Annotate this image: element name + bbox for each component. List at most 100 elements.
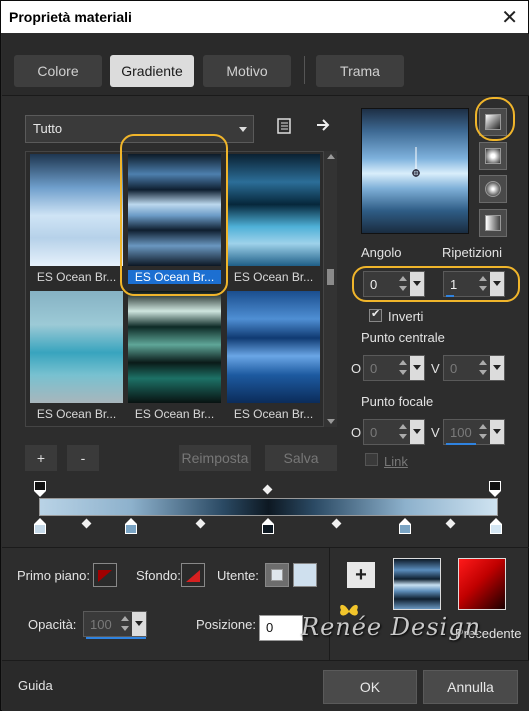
- notebook-icon[interactable]: [276, 118, 292, 139]
- color-midpoint[interactable]: [195, 518, 206, 529]
- thumb-label: ES Ocean Br...: [128, 270, 221, 284]
- remove-gradient-button[interactable]: -: [67, 445, 99, 471]
- center-o-spinner[interactable]: 0: [363, 355, 425, 381]
- add-swatch-button[interactable]: +: [347, 562, 375, 588]
- foreground-swatch[interactable]: [93, 563, 117, 587]
- tab-colore[interactable]: Colore: [14, 55, 102, 87]
- color-stop[interactable]: [399, 518, 411, 534]
- gradient-preview: [30, 291, 123, 403]
- gradient-preview: [227, 154, 320, 266]
- dropdown-arrow-icon[interactable]: [132, 612, 146, 636]
- dropdown-arrow-icon[interactable]: [490, 272, 504, 296]
- opacity-spinner[interactable]: 100: [83, 611, 147, 639]
- gradient-thumb[interactable]: ES Ocean Br...: [225, 289, 322, 423]
- spin-arrows-icon[interactable]: [396, 272, 410, 296]
- repeat-label: Ripetizioni: [442, 245, 502, 260]
- focal-o-spinner[interactable]: 0: [363, 419, 425, 445]
- scroll-up-icon[interactable]: [327, 154, 335, 159]
- panel-divider: [329, 548, 330, 660]
- previous-gradient-swatch[interactable]: [458, 558, 506, 610]
- gradient-preview-large[interactable]: [361, 108, 469, 234]
- radial-style-button[interactable]: [479, 175, 507, 203]
- opacity-stop-left[interactable]: [34, 481, 46, 497]
- reset-button[interactable]: Reimposta: [179, 445, 251, 471]
- linear-gradient-icon: [485, 114, 501, 130]
- dropdown-arrow-icon[interactable]: [410, 272, 424, 296]
- ok-button[interactable]: OK: [323, 670, 417, 704]
- center-point-label: Punto centrale: [361, 330, 445, 345]
- color-stop[interactable]: [490, 518, 502, 534]
- color-midpoint[interactable]: [81, 518, 92, 529]
- gradient-thumb-selected[interactable]: ES Ocean Br...: [126, 152, 223, 286]
- cancel-button[interactable]: Annulla: [423, 670, 518, 704]
- gradient-thumb[interactable]: ES Ocean Br...: [126, 289, 223, 423]
- tab-trama[interactable]: Trama: [316, 55, 404, 87]
- angle-value: 0: [370, 277, 378, 292]
- color-stop[interactable]: [262, 518, 274, 534]
- tab-gradiente[interactable]: Gradiente: [110, 55, 194, 87]
- dropdown-arrow-icon[interactable]: [410, 420, 424, 444]
- tab-bar: Colore Gradiente Motivo Trama: [2, 34, 529, 96]
- angle-label: Angolo: [361, 245, 402, 260]
- category-select[interactable]: Tutto: [25, 115, 254, 143]
- angle-spinner[interactable]: 0: [363, 271, 425, 297]
- repeat-value: 1: [450, 277, 458, 292]
- sunburst-gradient-icon: [485, 215, 501, 231]
- add-gradient-button[interactable]: +: [25, 445, 57, 471]
- thumb-label: ES Ocean Br...: [233, 407, 314, 421]
- dropdown-arrow-icon[interactable]: [490, 420, 504, 444]
- user-swatch-2[interactable]: [293, 563, 317, 587]
- rectangular-style-button[interactable]: [479, 142, 507, 170]
- scroll-thumb[interactable]: [327, 269, 334, 285]
- spin-arrows-icon[interactable]: [476, 420, 490, 444]
- focal-v-spinner[interactable]: 100: [443, 419, 505, 445]
- sunburst-style-button[interactable]: [479, 209, 507, 237]
- user-label: Utente:: [217, 568, 259, 583]
- focus-underline: [86, 637, 146, 639]
- save-button[interactable]: Salva: [265, 445, 337, 471]
- spin-arrows-icon[interactable]: [396, 420, 410, 444]
- spin-arrows-icon[interactable]: [476, 272, 490, 296]
- position-label: Posizione:: [196, 617, 256, 632]
- color-midpoint[interactable]: [331, 518, 342, 529]
- user-swatch-1[interactable]: [265, 563, 289, 587]
- gradient-thumb[interactable]: ES Ocean Br...: [225, 152, 322, 286]
- rectangular-gradient-icon: [485, 148, 501, 164]
- spin-arrows-icon[interactable]: [476, 356, 490, 380]
- current-gradient-swatch[interactable]: [393, 558, 441, 610]
- link-checkbox[interactable]: [365, 453, 378, 466]
- dropdown-arrow-icon[interactable]: [490, 356, 504, 380]
- tab-separator: [304, 56, 305, 84]
- focal-v-label: V: [431, 425, 440, 440]
- linear-style-button[interactable]: [479, 108, 507, 136]
- radial-gradient-icon: [485, 181, 501, 197]
- dropdown-arrow-icon[interactable]: [410, 356, 424, 380]
- tab-motivo[interactable]: Motivo: [203, 55, 291, 87]
- gradient-preview: [128, 291, 221, 403]
- scroll-down-icon[interactable]: [327, 419, 335, 424]
- spin-arrows-icon[interactable]: [118, 612, 132, 636]
- focal-o-value: 0: [370, 425, 378, 440]
- focal-point-label: Punto focale: [361, 394, 434, 409]
- repeat-spinner[interactable]: 1: [443, 271, 505, 297]
- position-input[interactable]: 0: [259, 615, 303, 641]
- arrow-right-icon[interactable]: [315, 117, 331, 138]
- focus-underline: [446, 443, 476, 445]
- gradient-editor-bar[interactable]: [39, 498, 498, 516]
- opacity-value: 100: [90, 617, 112, 632]
- gradient-thumb[interactable]: ES Ocean Br...: [28, 289, 125, 423]
- center-v-spinner[interactable]: 0: [443, 355, 505, 381]
- invert-checkbox[interactable]: [369, 307, 382, 322]
- gradient-thumb[interactable]: ES Ocean Br...: [28, 152, 125, 286]
- close-icon[interactable]: ✕: [501, 5, 518, 30]
- spin-arrows-icon[interactable]: [396, 356, 410, 380]
- invert-label: Inverti: [388, 309, 424, 324]
- background-swatch[interactable]: [181, 563, 205, 587]
- color-stop[interactable]: [34, 518, 46, 534]
- help-link[interactable]: Guida: [18, 678, 53, 693]
- color-stop[interactable]: [125, 518, 137, 534]
- opacity-stop-right[interactable]: [489, 481, 501, 497]
- color-midpoint[interactable]: [445, 518, 456, 529]
- opacity-midpoint[interactable]: [262, 484, 273, 495]
- gallery-scrollbar[interactable]: [323, 151, 337, 427]
